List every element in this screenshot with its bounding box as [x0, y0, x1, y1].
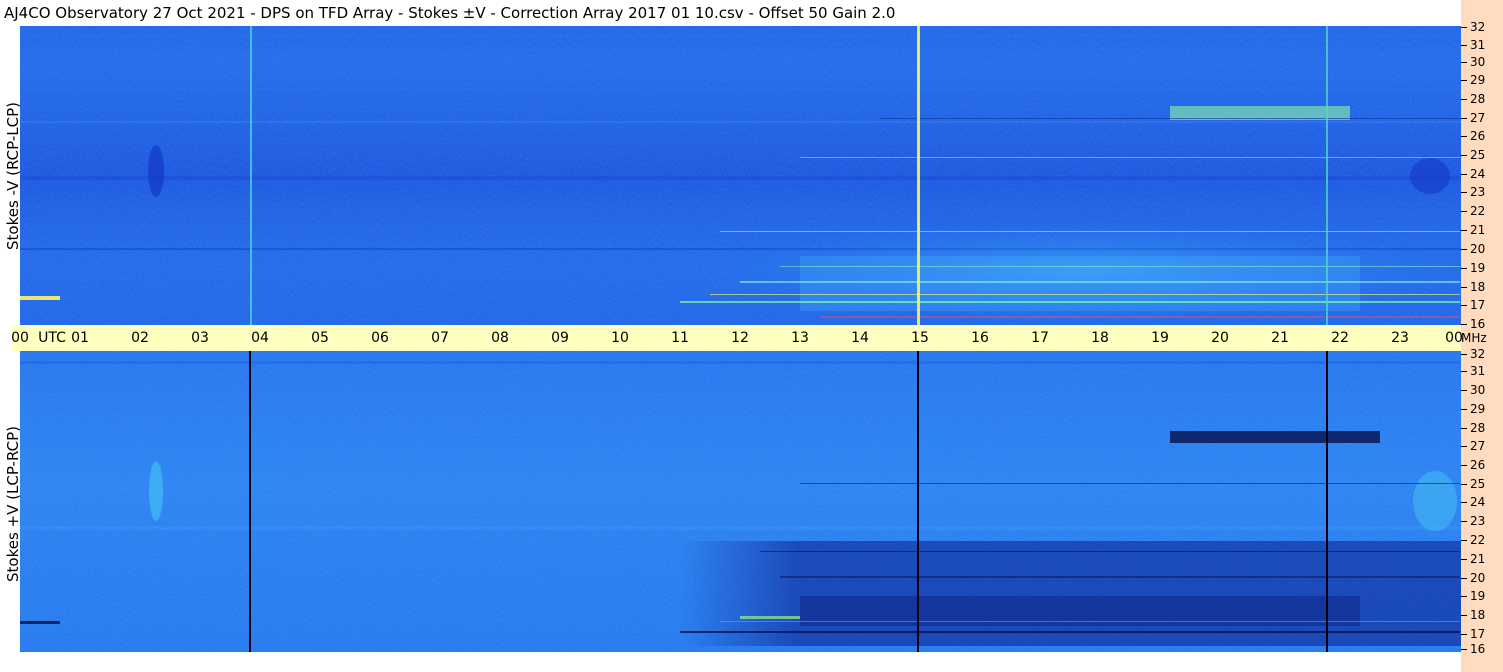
- mhz-tick: 31: [1461, 364, 1485, 378]
- utc-label-19: 19: [1151, 330, 1169, 346]
- mhz-tick: 30: [1461, 55, 1485, 69]
- mhz-tick: 20: [1461, 242, 1485, 256]
- utc-label-04: 04: [251, 330, 269, 346]
- utc-label-11: 11: [671, 330, 689, 346]
- mhz-tick: 24: [1461, 167, 1485, 181]
- mhz-tick: 27: [1461, 439, 1485, 453]
- mhz-tick: 20: [1461, 571, 1485, 585]
- page-title: AJ4CO Observatory 27 Oct 2021 - DPS on T…: [4, 4, 896, 22]
- mhz-tick: 26: [1461, 129, 1485, 143]
- mhz-tick: 29: [1461, 73, 1485, 87]
- mhz-tick: 18: [1461, 280, 1485, 294]
- utc-label-06: 06: [371, 330, 389, 346]
- mhz-tick: 28: [1461, 92, 1485, 106]
- mhz-unit-label: MHz: [1461, 331, 1487, 345]
- mhz-tick: 22: [1461, 533, 1485, 547]
- mhz-tick: 21: [1461, 223, 1485, 237]
- mhz-tick: 23: [1461, 514, 1485, 528]
- utc-label-18: 18: [1091, 330, 1109, 346]
- utc-label-02: 02: [131, 330, 149, 346]
- mhz-tick: 32: [1461, 347, 1485, 361]
- mhz-tick: 22: [1461, 204, 1485, 218]
- utc-label-22: 22: [1331, 330, 1349, 346]
- mhz-tick: 25: [1461, 477, 1485, 491]
- mhz-tick: 26: [1461, 458, 1485, 472]
- utc-unit-label: UTC: [38, 330, 66, 346]
- mhz-tick: 31: [1461, 38, 1485, 52]
- top-frequency-axis: 32 31 30 29 28 27 26 25 24 23 22 21 20 1…: [1461, 20, 1503, 331]
- utc-label-20: 20: [1211, 330, 1229, 346]
- top-spectrogram: [20, 26, 1461, 325]
- utc-label-03: 03: [191, 330, 209, 346]
- bottom-spectrogram: [20, 351, 1461, 652]
- utc-label-15: 15: [911, 330, 929, 346]
- mhz-tick: 19: [1461, 261, 1485, 275]
- mhz-tick: 18: [1461, 608, 1485, 622]
- mhz-tick: 21: [1461, 552, 1485, 566]
- utc-label-08: 08: [491, 330, 509, 346]
- utc-label-01: 01: [71, 330, 89, 346]
- mhz-tick: 19: [1461, 589, 1485, 603]
- mhz-tick: 17: [1461, 627, 1485, 641]
- utc-label-05: 05: [311, 330, 329, 346]
- mhz-tick: 28: [1461, 421, 1485, 435]
- mhz-tick: 16: [1461, 317, 1485, 331]
- utc-time-axis: 00 UTC 01 02 03 04 05 06 07 08 09 10 11 …: [11, 325, 1463, 351]
- mhz-tick: 29: [1461, 402, 1485, 416]
- mhz-tick: 24: [1461, 495, 1485, 509]
- utc-label-00-start: 00: [11, 330, 29, 346]
- mhz-tick: 30: [1461, 383, 1485, 397]
- utc-label-14: 14: [851, 330, 869, 346]
- utc-label-12: 12: [731, 330, 749, 346]
- mhz-tick: 16: [1461, 642, 1485, 656]
- utc-label-10: 10: [611, 330, 629, 346]
- utc-label-16: 16: [971, 330, 989, 346]
- mhz-tick: 17: [1461, 298, 1485, 312]
- utc-label-13: 13: [791, 330, 809, 346]
- mhz-tick: 32: [1461, 20, 1485, 34]
- utc-label-07: 07: [431, 330, 449, 346]
- utc-label-21: 21: [1271, 330, 1289, 346]
- utc-label-17: 17: [1031, 330, 1049, 346]
- bottom-frequency-axis: 32 31 30 29 28 27 26 25 24 23 22 21 20 1…: [1461, 347, 1503, 656]
- mhz-tick: 25: [1461, 148, 1485, 162]
- mhz-tick: 27: [1461, 111, 1485, 125]
- utc-label-23: 23: [1391, 330, 1409, 346]
- mhz-tick: 23: [1461, 185, 1485, 199]
- utc-label-09: 09: [551, 330, 569, 346]
